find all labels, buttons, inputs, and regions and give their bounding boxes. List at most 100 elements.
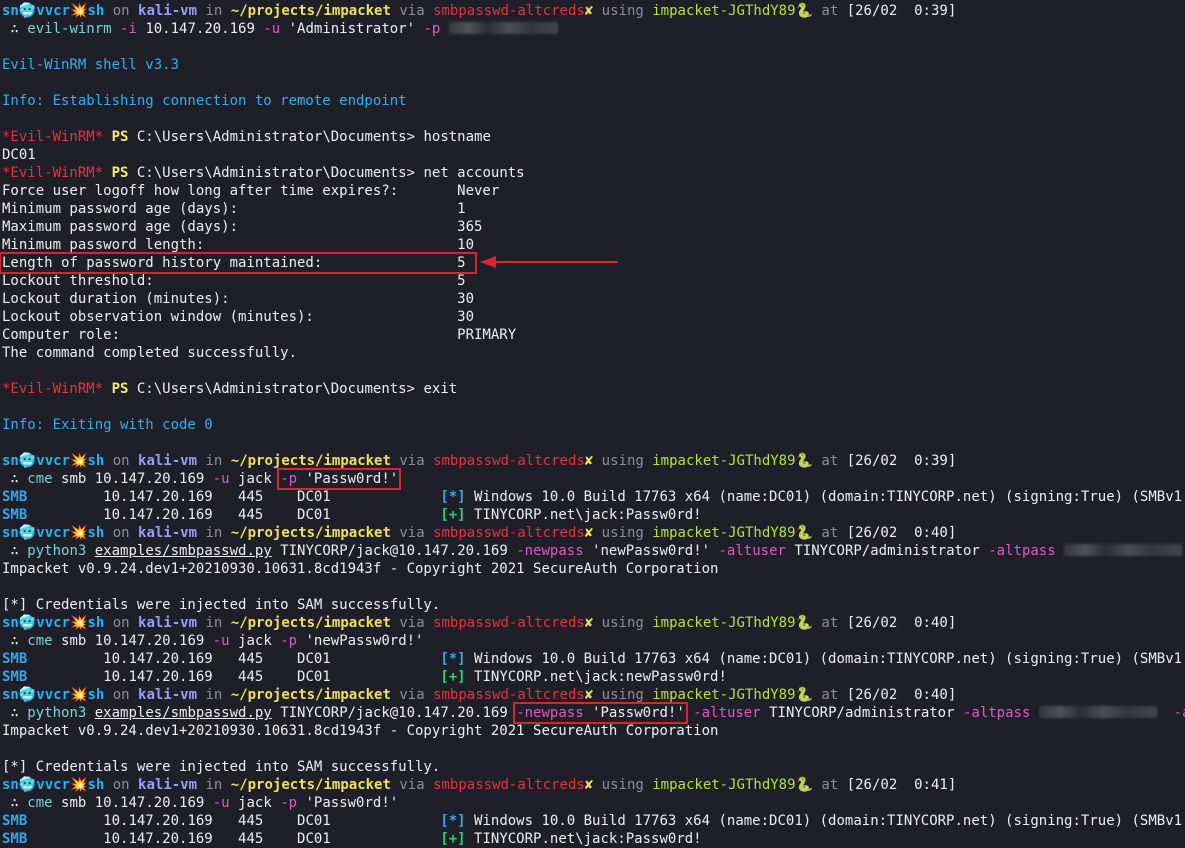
- text-segment: [26/02 0:40]: [846, 687, 957, 703]
- text-segment: vvcr: [36, 3, 71, 19]
- text-segment: [26/02 0:41]: [846, 777, 957, 793]
- output-line: Impacket v0.9.24.dev1+20210930.10631.8cd…: [2, 722, 1185, 740]
- output-line: *Evil-WinRM* PS C:\Users\Administrator\D…: [2, 128, 1185, 146]
- text-segment: 'Passw0rd!': [583, 705, 685, 721]
- text-segment: on: [104, 525, 139, 541]
- text-segment: 'newPassw0rd!': [297, 633, 424, 649]
- python-icon: 🐍: [795, 615, 813, 631]
- text-segment: -i: [111, 21, 146, 37]
- dirty-icon: ✘: [584, 525, 594, 541]
- text-segment: in: [197, 525, 231, 541]
- text-segment: 10.147.20.169 445 DC01: [27, 813, 441, 829]
- text-segment: sn: [2, 453, 19, 469]
- text-segment: Computer role: PRIMARY: [2, 327, 517, 343]
- text-segment: ~/projects/impacket: [230, 615, 391, 631]
- text-segment: PS: [103, 381, 129, 397]
- output-line: ∴ cme smb 10.147.20.169 -u jack -p 'newP…: [2, 632, 1185, 650]
- text-segment: impacket-JGThdY89: [652, 615, 796, 631]
- text-segment: at: [812, 687, 847, 703]
- text-segment: Evil-WinRM shell v3.3: [2, 57, 180, 73]
- text-segment: cme: [27, 471, 53, 487]
- text-segment: using: [593, 525, 653, 541]
- text-segment: ~/projects/impacket: [230, 687, 391, 703]
- text-segment: Force user logoff how long after time ex…: [2, 183, 500, 199]
- text-segment: ~/projects/impacket: [230, 453, 391, 469]
- text-segment: -altpass: [988, 543, 1056, 559]
- output-line: sn🥶vvcr💥sh on kali-vm in ~/projects/impa…: [2, 776, 1185, 794]
- redacted-password: [1064, 544, 1183, 556]
- output-line: Lockout duration (minutes): 30: [2, 290, 1185, 308]
- text-segment: Windows 10.0 Build 17763 x64 (name:DC01)…: [465, 813, 1185, 829]
- text-segment: sn: [2, 615, 19, 631]
- text-segment: kali-vm: [138, 525, 198, 541]
- text-segment: smbpasswd-altcreds: [433, 615, 585, 631]
- text-segment: on: [104, 777, 139, 793]
- text-segment: -newpass: [516, 705, 584, 721]
- text-segment: -newpass: [516, 543, 584, 559]
- output-line: Minimum password age (days): 1: [2, 200, 1185, 218]
- terminal-window[interactable]: sn🥶vvcr💥sh on kali-vm in ~/projects/impa…: [0, 0, 1185, 848]
- text-segment: [*]: [440, 813, 466, 829]
- output-line: sn🥶vvcr💥sh on kali-vm in ~/projects/impa…: [2, 524, 1185, 542]
- spark-icon: 💥: [70, 687, 88, 703]
- text-segment: sh: [87, 3, 105, 19]
- output-line: sn🥶vvcr💥sh on kali-vm in ~/projects/impa…: [2, 2, 1185, 20]
- text-segment: *Evil-WinRM*: [2, 165, 104, 181]
- text-segment: jack: [229, 795, 281, 811]
- text-segment: C:\Users\Administrator\Documents> net ac…: [128, 165, 525, 181]
- text-segment: kali-vm: [138, 615, 198, 631]
- output-line: Force user logoff how long after time ex…: [2, 182, 1185, 200]
- text-segment: SMB: [2, 831, 28, 847]
- text-segment: SMB: [2, 813, 28, 829]
- text-segment: jack: [229, 633, 281, 649]
- text-segment: ~/projects/impacket: [230, 777, 391, 793]
- text-segment: at: [812, 3, 847, 19]
- text-segment: via: [390, 525, 434, 541]
- output-line: Evil-WinRM shell v3.3: [2, 56, 1185, 74]
- text-segment: Lockout duration (minutes): 30: [2, 291, 475, 307]
- text-segment: kali-vm: [138, 453, 198, 469]
- redacted-password: [448, 22, 559, 34]
- text-segment: [26/02 0:39]: [846, 3, 957, 19]
- output-line: Info: Exiting with code 0: [2, 416, 1185, 434]
- spark-icon: 💥: [70, 777, 88, 793]
- text-segment: smbpasswd-altcreds: [433, 525, 585, 541]
- text-segment: sh: [87, 687, 105, 703]
- text-segment: TINYCORP/jack@10.147.20.169: [271, 705, 517, 721]
- text-segment: on: [104, 3, 139, 19]
- terminal-output: sn🥶vvcr💥sh on kali-vm in ~/projects/impa…: [0, 2, 1185, 848]
- text-segment: -altuser: [693, 705, 761, 721]
- text-segment: in: [197, 3, 231, 19]
- text-segment: ∴: [2, 705, 28, 721]
- python-icon: 🐍: [795, 453, 813, 469]
- text-segment: cme: [27, 795, 53, 811]
- text-segment: sn: [2, 3, 19, 19]
- text-segment: examples/smbpasswd.py: [94, 705, 272, 721]
- output-line: ∴ evil-winrm -i 10.147.20.169 -u 'Admini…: [2, 20, 1185, 38]
- output-line: SMB 10.147.20.169 445 DC01 [*] Windows 1…: [2, 488, 1185, 506]
- text-segment: ∴: [2, 543, 28, 559]
- text-segment: vvcr: [36, 687, 71, 703]
- text-segment: using: [593, 3, 653, 19]
- hacker-icon: 🥶: [18, 3, 37, 19]
- text-segment: using: [593, 453, 653, 469]
- text-segment: DC01: [2, 147, 36, 163]
- text-segment: Impacket v0.9.24.dev1+20210930.10631.8cd…: [2, 561, 719, 577]
- text-segment: -p: [280, 471, 298, 487]
- text-segment: [*]: [440, 489, 466, 505]
- text-segment: 'Passw0rd!': [297, 795, 399, 811]
- text-segment: TINYCORP.net\jack:newPassw0rd!: [465, 669, 727, 685]
- output-line: Impacket v0.9.24.dev1+20210930.10631.8cd…: [2, 560, 1185, 578]
- text-segment: smb 10.147.20.169: [52, 633, 213, 649]
- text-segment: at: [812, 453, 847, 469]
- text-segment: 10.147.20.169: [145, 21, 255, 37]
- output-line: ∴ python3 examples/smbpasswd.py TINYCORP…: [2, 702, 1185, 724]
- text-segment: ~/projects/impacket: [230, 525, 391, 541]
- text-segment: *Evil-WinRM*: [2, 129, 104, 145]
- text-segment: -p: [280, 795, 298, 811]
- highlight-box: Length of password history maintained: 5: [0, 252, 478, 274]
- output-line: [*] Credentials were injected into SAM s…: [2, 596, 1185, 614]
- text-segment: PS: [103, 129, 129, 145]
